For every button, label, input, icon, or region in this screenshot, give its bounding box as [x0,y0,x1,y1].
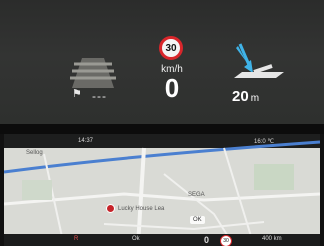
distance-unit: m [250,93,260,104]
poi-marker[interactable] [106,204,115,213]
current-speed: 0 [164,73,180,103]
distance-value: 20 [232,88,249,105]
speed-limit-sign: 30 [159,36,183,60]
map-label-place: Sellog [26,150,43,156]
turn-arrow-icon [234,43,284,78]
driver-assist-icon: ⚑ [72,88,82,100]
bottom-speed-limit: 30 [220,235,232,246]
map-label-time-right: 16:0 ℃ [254,139,275,145]
zoom-ok-chip[interactable]: OK [190,216,205,224]
status-bar: R Ok 0 30 400 km [4,234,320,246]
bezel-divider [0,124,324,134]
navigation-map[interactable]: 14:37 16:0 ℃ Sellog SEGA Lucky House Lea… [4,134,320,246]
bottom-speed: 0 [204,235,210,245]
head-up-display: ⚑ --- 30 km/h 0 20 m [0,0,324,124]
lane-assist-graphic [70,58,116,88]
map-label-time-left: 14:37 [78,138,94,144]
range-readout: 400 km [262,236,282,242]
map-label-poi-right: SEGA [188,192,205,198]
speed-limit-value: 30 [165,42,177,54]
status-label-mid: Ok [132,236,140,242]
poi-name: Lucky House Lea [118,206,165,212]
distance-to-turn: 20 m [232,88,259,105]
map-roads [4,134,320,246]
vehicle-gap-text: --- [92,89,107,103]
gear-indicator: R [74,236,79,242]
